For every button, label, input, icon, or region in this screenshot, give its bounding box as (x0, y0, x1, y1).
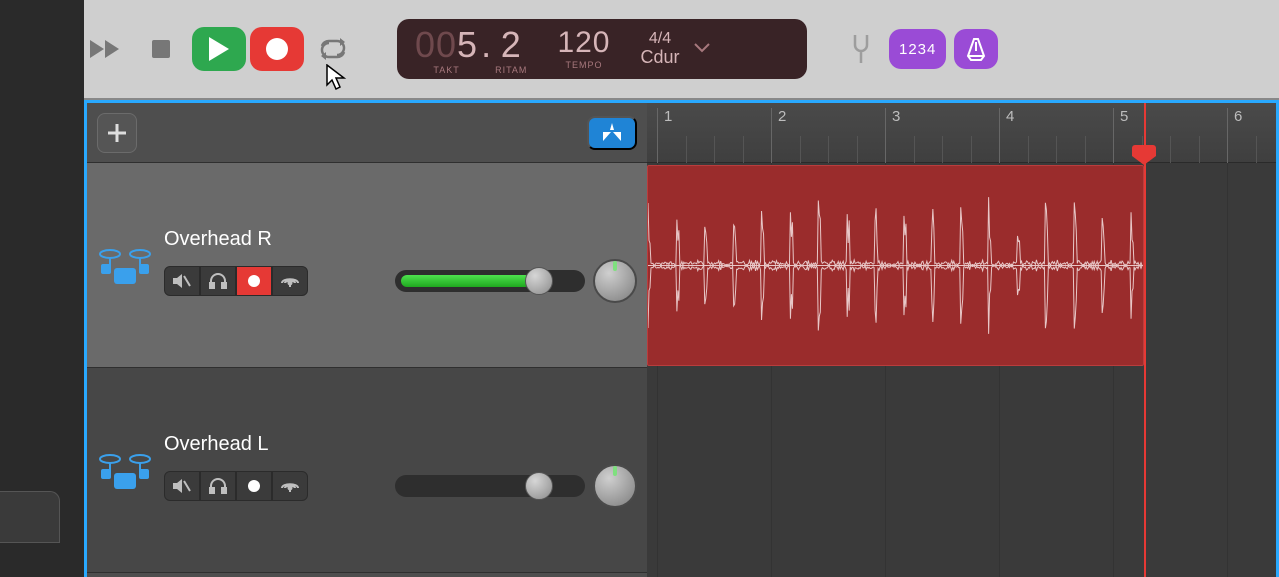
track-name[interactable]: Overhead R (164, 228, 637, 251)
pan-knob[interactable] (593, 464, 637, 508)
record-dot-icon (248, 480, 260, 492)
metronome-icon (964, 36, 988, 62)
cycle-button[interactable] (308, 27, 358, 71)
count-in-label: 1234 (899, 41, 936, 58)
waveform-icon (648, 166, 1143, 365)
lcd-bar-leading[interactable]: 00 (415, 24, 457, 65)
lcd-tempo[interactable]: 120 (557, 28, 610, 58)
lcd-menu-button[interactable] (688, 40, 716, 58)
mute-icon (173, 273, 191, 289)
plus-icon (108, 124, 126, 142)
track-lane[interactable] (647, 163, 1276, 368)
track-header[interactable]: Overhead R (87, 163, 647, 368)
input-monitor-button[interactable] (272, 266, 308, 296)
catch-playhead-button[interactable] (587, 116, 637, 150)
record-icon (265, 37, 289, 61)
lcd-display: 005 TAKT . 2 RITAM 120 TEMPO 4/4 Cdur (397, 19, 807, 79)
volume-slider[interactable] (395, 270, 585, 292)
mute-button[interactable] (164, 471, 200, 501)
ruler-bar-tick[interactable]: 3 (885, 108, 900, 163)
tuning-fork-icon (849, 33, 873, 65)
volume-thumb[interactable] (525, 472, 553, 500)
gutter-panel-toggle[interactable] (0, 491, 60, 543)
cycle-icon (318, 38, 348, 60)
input-monitor-button[interactable] (272, 471, 308, 501)
pan-knob[interactable] (593, 259, 637, 303)
count-in-button[interactable]: 1234 (889, 29, 946, 69)
headphones-icon (209, 478, 227, 494)
metronome-button[interactable] (954, 29, 998, 69)
lcd-bar[interactable]: 5 (457, 24, 478, 65)
add-track-button[interactable] (97, 113, 137, 153)
forward-icon (86, 39, 120, 59)
toolbar: 005 TAKT . 2 RITAM 120 TEMPO 4/4 Cdur 1 (0, 0, 1279, 100)
mute-button[interactable] (164, 266, 200, 296)
ruler-bar-tick[interactable]: 4 (999, 108, 1014, 163)
mute-icon (173, 478, 191, 494)
lcd-bar-label: TAKT (433, 65, 459, 75)
ruler-bar-tick[interactable]: 2 (771, 108, 786, 163)
volume-thumb[interactable] (525, 267, 553, 295)
record-enable-button[interactable] (236, 266, 272, 296)
playhead[interactable] (1144, 103, 1146, 577)
track-name[interactable]: Overhead L (164, 433, 637, 456)
solo-button[interactable] (200, 471, 236, 501)
drums-icon (97, 443, 152, 498)
solo-button[interactable] (200, 266, 236, 296)
record-enable-button[interactable] (236, 471, 272, 501)
track-header[interactable]: Overhead L (87, 368, 647, 573)
audio-region[interactable] (647, 165, 1144, 366)
lcd-time-signature[interactable]: 4/4 (649, 30, 671, 48)
play-button[interactable] (192, 27, 246, 71)
record-button[interactable] (250, 27, 304, 71)
ruler-bar-tick[interactable]: 1 (657, 108, 672, 163)
stop-icon (152, 40, 170, 58)
volume-fill (401, 275, 531, 287)
ruler[interactable]: 1 2 3 4 5 6 (647, 103, 1276, 163)
lcd-tempo-label: TEMPO (565, 60, 602, 70)
lcd-beat[interactable]: 2 (501, 27, 522, 63)
lcd-beat-label: RITAM (495, 65, 527, 75)
forward-button[interactable] (76, 27, 130, 71)
lcd-dot: . (481, 27, 492, 63)
ruler-bar-tick[interactable]: 5 (1113, 108, 1128, 163)
chevron-down-icon (694, 43, 710, 53)
input-monitor-icon (281, 274, 299, 288)
tuner-button[interactable] (841, 29, 881, 69)
timeline[interactable]: 1 2 3 4 5 6 (647, 103, 1276, 577)
play-icon (209, 37, 229, 61)
lcd-key[interactable]: Cdur (641, 48, 680, 68)
volume-slider[interactable] (395, 475, 585, 497)
stop-button[interactable] (134, 27, 188, 71)
track-header-column: Overhead R (87, 103, 647, 577)
arrange-area: Overhead R (84, 100, 1279, 577)
headphones-icon (209, 273, 227, 289)
input-monitor-icon (281, 479, 299, 493)
ruler-bar-tick[interactable]: 6 (1227, 108, 1242, 163)
catch-playhead-icon (600, 123, 624, 143)
record-dot-icon (248, 275, 260, 287)
left-gutter (0, 0, 84, 577)
track-header-toolbar (87, 103, 647, 163)
drums-icon (97, 238, 152, 293)
